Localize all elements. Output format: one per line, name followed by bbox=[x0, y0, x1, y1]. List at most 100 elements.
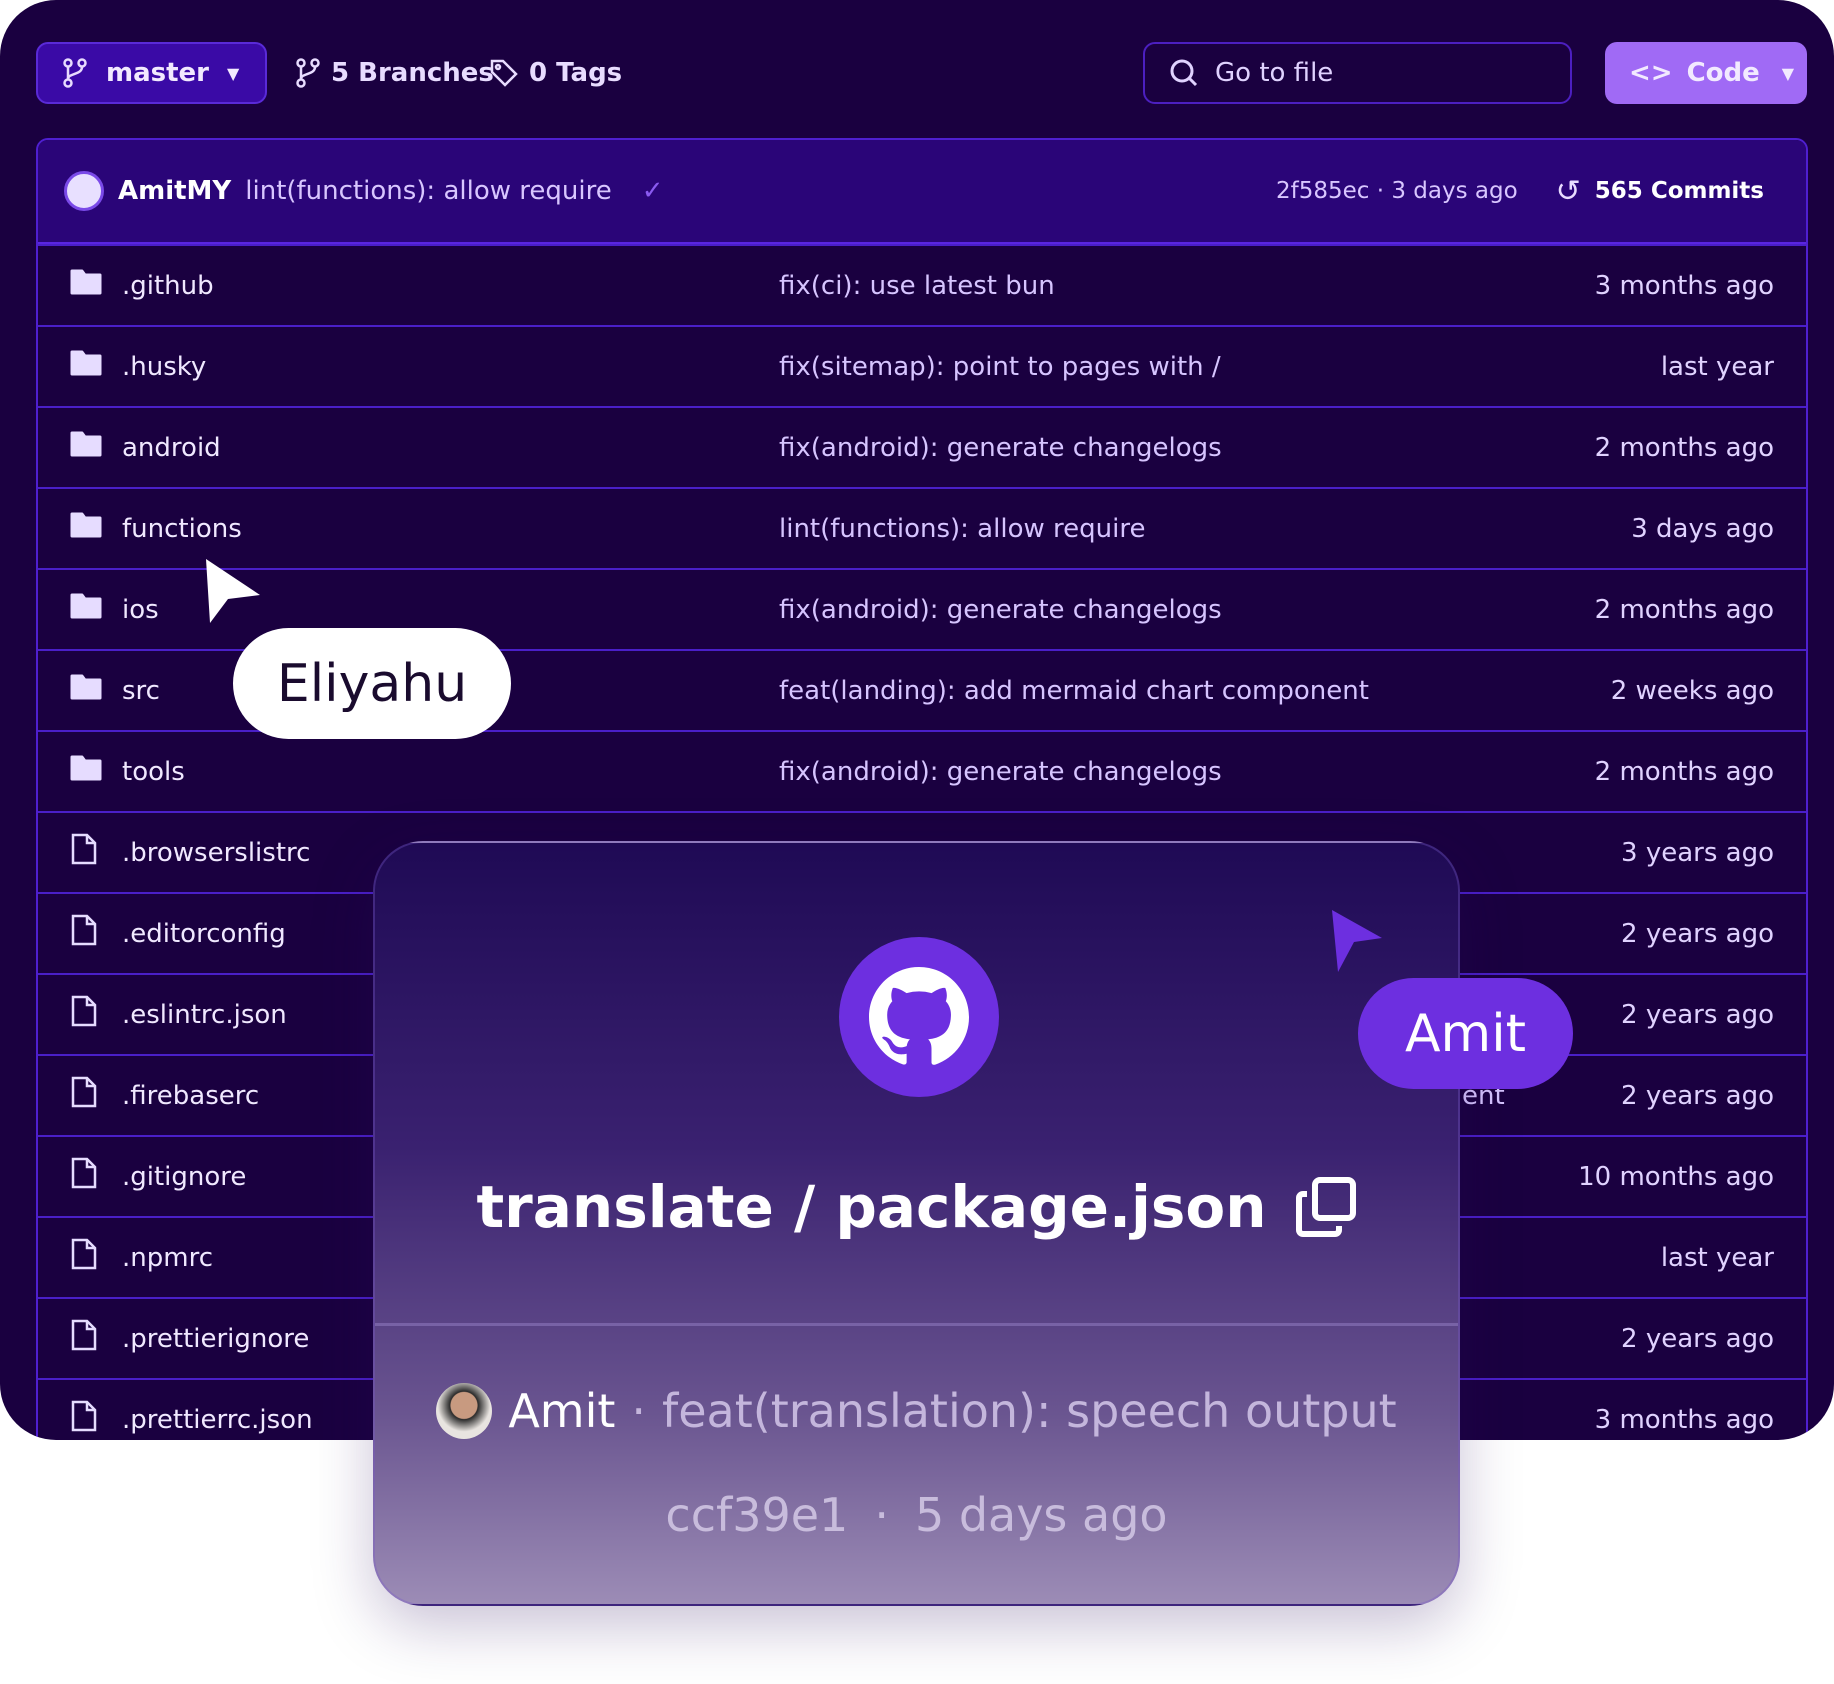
commit-time: 2 years ago bbox=[1621, 918, 1774, 949]
card-hash[interactable]: ccf39e1 bbox=[665, 1488, 848, 1542]
commit-time: 2 months ago bbox=[1594, 594, 1774, 625]
tags-link[interactable]: 0 Tags bbox=[489, 42, 622, 104]
folder-icon bbox=[70, 269, 102, 302]
branch-selector[interactable]: master ▼ bbox=[36, 42, 267, 104]
commit-message[interactable]: fix(android): generate changelogs bbox=[779, 595, 1222, 625]
cursor-label-amit: Amit bbox=[1358, 978, 1573, 1089]
folder-icon bbox=[70, 512, 102, 545]
folder-icon bbox=[70, 674, 102, 707]
commit-message[interactable]: fix(sitemap): point to pages with / bbox=[779, 352, 1221, 382]
card-commit-line: Amit · feat(translation): speech output bbox=[375, 1383, 1458, 1439]
commit-time: last year bbox=[1660, 351, 1774, 382]
card-author[interactable]: Amit bbox=[508, 1384, 615, 1438]
table-row[interactable]: .github fix(ci): use latest bun 3 months… bbox=[38, 244, 1806, 325]
card-time: 5 days ago bbox=[914, 1488, 1168, 1542]
commit-message[interactable]: fix(ci): use latest bun bbox=[779, 271, 1055, 301]
file-name[interactable]: .gitignore bbox=[122, 1162, 246, 1192]
code-button[interactable]: <> Code ▼ bbox=[1605, 42, 1807, 104]
file-icon bbox=[70, 995, 98, 1034]
cursor-label-eliyahu: Eliyahu bbox=[233, 628, 511, 739]
tag-icon bbox=[490, 59, 518, 87]
cursor-amit-icon bbox=[1332, 910, 1386, 976]
commit-message[interactable]: lint(functions): allow require bbox=[245, 176, 611, 206]
folder-icon bbox=[70, 755, 102, 788]
branch-name: master bbox=[106, 58, 209, 88]
commit-author[interactable]: AmitMY bbox=[118, 176, 231, 206]
file-icon bbox=[70, 1238, 98, 1277]
check-icon: ✓ bbox=[641, 176, 664, 206]
card-title: translate / package.json bbox=[375, 1173, 1458, 1241]
file-name[interactable]: functions bbox=[122, 514, 242, 544]
history-icon: ↺ bbox=[1555, 173, 1581, 209]
file-name[interactable]: .prettierrc.json bbox=[122, 1405, 313, 1435]
folder-icon bbox=[70, 350, 102, 383]
file-name[interactable]: ios bbox=[122, 595, 159, 625]
commit-message[interactable]: fix(android): generate changelogs bbox=[779, 757, 1222, 787]
commit-time: 2 years ago bbox=[1621, 1323, 1774, 1354]
commit-time: 3 years ago bbox=[1621, 837, 1774, 868]
card-divider bbox=[375, 1323, 1458, 1326]
table-row[interactable]: functions lint(functions): allow require… bbox=[38, 487, 1806, 568]
file-name[interactable]: .eslintrc.json bbox=[122, 1000, 287, 1030]
github-logo-icon bbox=[839, 937, 999, 1097]
branch-icon bbox=[296, 58, 320, 88]
commit-time: 2 years ago bbox=[1621, 999, 1774, 1030]
file-name[interactable]: .husky bbox=[122, 352, 206, 382]
search-icon bbox=[1170, 59, 1198, 87]
search-placeholder: Go to file bbox=[1215, 58, 1334, 88]
commit-time: 2 months ago bbox=[1594, 432, 1774, 463]
table-row[interactable]: tools fix(android): generate changelogs … bbox=[38, 730, 1806, 811]
file-name[interactable]: tools bbox=[122, 757, 185, 787]
branches-link[interactable]: 5 Branches bbox=[295, 42, 494, 104]
code-label: Code bbox=[1686, 58, 1760, 88]
file-name[interactable]: .browserslistrc bbox=[122, 838, 310, 868]
commit-time: last year bbox=[1660, 1242, 1774, 1273]
commit-time: 3 days ago bbox=[1631, 513, 1774, 544]
go-to-file-input[interactable]: Go to file bbox=[1143, 42, 1572, 104]
code-icon: <> bbox=[1629, 58, 1673, 88]
separator: · bbox=[874, 1488, 889, 1542]
file-name[interactable]: .github bbox=[122, 271, 214, 301]
commit-hash-time[interactable]: 2f585ec · 3 days ago bbox=[1276, 178, 1518, 204]
tags-count: 0 Tags bbox=[529, 58, 623, 88]
caret-down-icon: ▼ bbox=[1781, 63, 1795, 83]
file-name[interactable]: src bbox=[122, 676, 160, 706]
commit-time: 2 years ago bbox=[1621, 1080, 1774, 1111]
folder-icon bbox=[70, 431, 102, 464]
file-preview-card: translate / package.json Amit · feat(tra… bbox=[373, 841, 1460, 1606]
table-row[interactable]: android fix(android): generate changelog… bbox=[38, 406, 1806, 487]
commits-link[interactable]: 565 Commits bbox=[1595, 178, 1764, 204]
branches-count: 5 Branches bbox=[331, 58, 494, 88]
file-icon bbox=[70, 1076, 98, 1115]
commit-time: 2 months ago bbox=[1594, 756, 1774, 787]
file-icon bbox=[70, 1400, 98, 1439]
file-name[interactable]: .npmrc bbox=[122, 1243, 213, 1273]
file-path: translate / package.json bbox=[476, 1173, 1267, 1241]
commit-message[interactable]: feat(landing): add mermaid chart compone… bbox=[779, 676, 1369, 706]
file-icon bbox=[70, 1319, 98, 1358]
commit-time: 10 months ago bbox=[1578, 1161, 1774, 1192]
file-name[interactable]: .prettierignore bbox=[122, 1324, 309, 1354]
avatar bbox=[436, 1383, 493, 1439]
branch-icon bbox=[63, 58, 87, 88]
table-row[interactable]: .husky fix(sitemap): point to pages with… bbox=[38, 325, 1806, 406]
file-icon bbox=[70, 833, 98, 872]
commit-time: 3 months ago bbox=[1594, 1404, 1774, 1435]
cursor-eliyahu-icon bbox=[206, 559, 260, 627]
file-name[interactable]: .editorconfig bbox=[122, 919, 286, 949]
commit-time: 3 months ago bbox=[1594, 270, 1774, 301]
copy-icon[interactable] bbox=[1295, 1176, 1357, 1238]
file-icon bbox=[70, 1157, 98, 1196]
commit-message[interactable]: lint(functions): allow require bbox=[779, 514, 1145, 544]
card-hash-line: ccf39e1 · 5 days ago bbox=[375, 1488, 1458, 1542]
file-name[interactable]: .firebaserc bbox=[122, 1081, 259, 1111]
file-icon bbox=[70, 914, 98, 953]
latest-commit-bar: AmitMY lint(functions): allow require ✓ … bbox=[38, 140, 1806, 244]
avatar bbox=[64, 171, 104, 211]
file-name[interactable]: android bbox=[122, 433, 221, 463]
commit-time: 2 weeks ago bbox=[1610, 675, 1774, 706]
caret-down-icon: ▼ bbox=[227, 63, 240, 83]
card-commit-message: feat(translation): speech output bbox=[662, 1384, 1397, 1438]
folder-icon bbox=[70, 593, 102, 626]
commit-message[interactable]: fix(android): generate changelogs bbox=[779, 433, 1222, 463]
